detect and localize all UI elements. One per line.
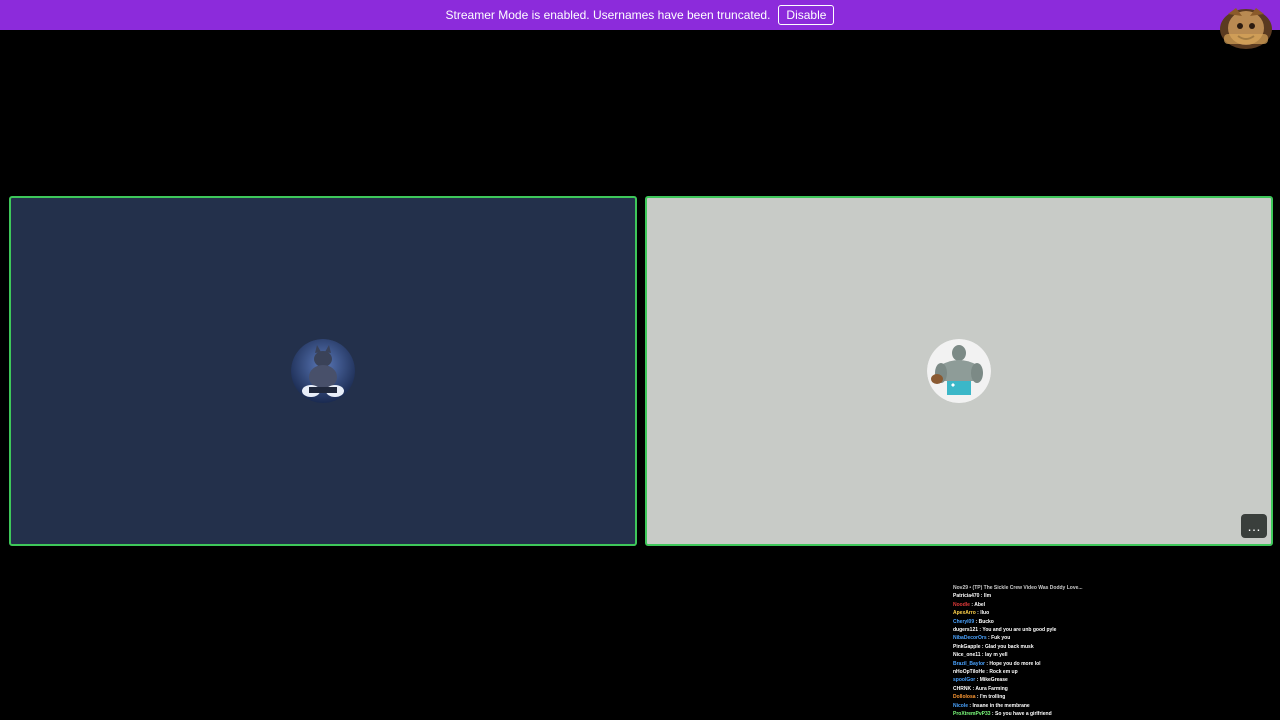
chat-partial-line: Nov29 • (TP) The Sickle Crew Video Was D… (953, 585, 1083, 591)
chat-username: spoolGor (953, 677, 976, 684)
chat-message: Brazil_Baylor : Hope you do more lol (953, 660, 1103, 668)
chat-message: Patricia470 : llm (953, 592, 1103, 600)
chat-text: You and you are unb good pyle (982, 627, 1057, 634)
chat-text: MikeGrease (979, 677, 1008, 684)
chat-username: Noodle (953, 601, 970, 608)
chat-message: CHRNK : Aura Farming (953, 685, 1103, 693)
chat-message: Nicole : Insane in the membrane (953, 702, 1103, 710)
chat-username: nHoOpTiloHe (953, 669, 985, 676)
chat-message: NibaDecorOrs : Fuk you (953, 634, 1103, 642)
chat-message: Noodle : Abel (953, 601, 1103, 609)
chat-message: ApexArro : lluo (953, 609, 1103, 617)
disable-button[interactable]: Disable (778, 5, 835, 25)
chat-username: Dollolosa (953, 694, 976, 701)
chat-message: dugers121 : You and you are unb good pyl… (953, 626, 1103, 634)
chat-username: Brazil_Baylor (953, 660, 985, 667)
chat-text: Insane in the membrane (972, 702, 1030, 709)
chat-username: Nicole (953, 702, 969, 709)
chat-text: Fuk you (991, 635, 1011, 642)
streamer-mode-banner: Streamer Mode is enabled. Usernames have… (0, 0, 1280, 30)
chat-message: Cheryl09 : Bucko (953, 618, 1103, 626)
chat-text: So you have a girlfriend (994, 711, 1052, 718)
app-root: Streamer Mode is enabled. Usernames have… (0, 0, 1280, 720)
chat-text: I'm trolling (979, 694, 1006, 701)
chat-username: PinkGapple (953, 643, 981, 650)
chat-message: ProXtremPvP33 : So you have a girlfriend (953, 710, 1103, 718)
chat-username: Nice_one11 (953, 652, 981, 659)
chat-username: ApexArro (953, 610, 976, 617)
participant-tile-left[interactable] (9, 196, 637, 546)
chat-text: Aura Farming (975, 685, 1008, 692)
chat-message: Dollolosa : I'm trolling (953, 693, 1103, 701)
chat-text: lluo (980, 610, 990, 617)
chat-username: NibaDecorOrs (953, 635, 987, 642)
chat-username: Patricia470 (953, 593, 980, 600)
chat-message-list: Patricia470 : llm Noodle : Abel ApexArro :… (953, 592, 1103, 718)
chat-username: Cheryl09 (953, 618, 975, 625)
chat-username: ProXtremPvP33 (953, 711, 991, 718)
chat-text: Bucko (978, 618, 994, 625)
chat-message: PinkGapple : Glad you back musk (953, 643, 1103, 651)
chat-username: CHRNK (953, 685, 972, 692)
cat-avatar-icon (291, 339, 355, 403)
participant-tile-right[interactable]: … (645, 196, 1273, 546)
chat-text: lay m yell (984, 652, 1008, 659)
chat-message: Nice_one11 : lay m yell (953, 651, 1103, 659)
chat-text: Abel (974, 601, 986, 608)
chat-message: nHoOpTiloHe : Rock em up (953, 668, 1103, 676)
chat-message: spoolGor : MikeGrease (953, 676, 1103, 684)
chat-text: Glad you back musk (984, 643, 1034, 650)
chat-text: llm (983, 593, 992, 600)
hulk-avatar-icon (927, 339, 991, 403)
banner-text: Streamer Mode is enabled. Usernames have… (445, 8, 771, 22)
chat-username: dugers121 (953, 627, 979, 634)
chat-text: Hope you do more lol (989, 660, 1041, 667)
chat-overlay: Nov29 • (TP) The Sickle Crew Video Was D… (953, 584, 1103, 720)
chat-text: Rock em up (989, 669, 1018, 676)
more-options-icon[interactable]: … (1241, 514, 1267, 538)
streamer-avatar-icon (1218, 4, 1274, 50)
